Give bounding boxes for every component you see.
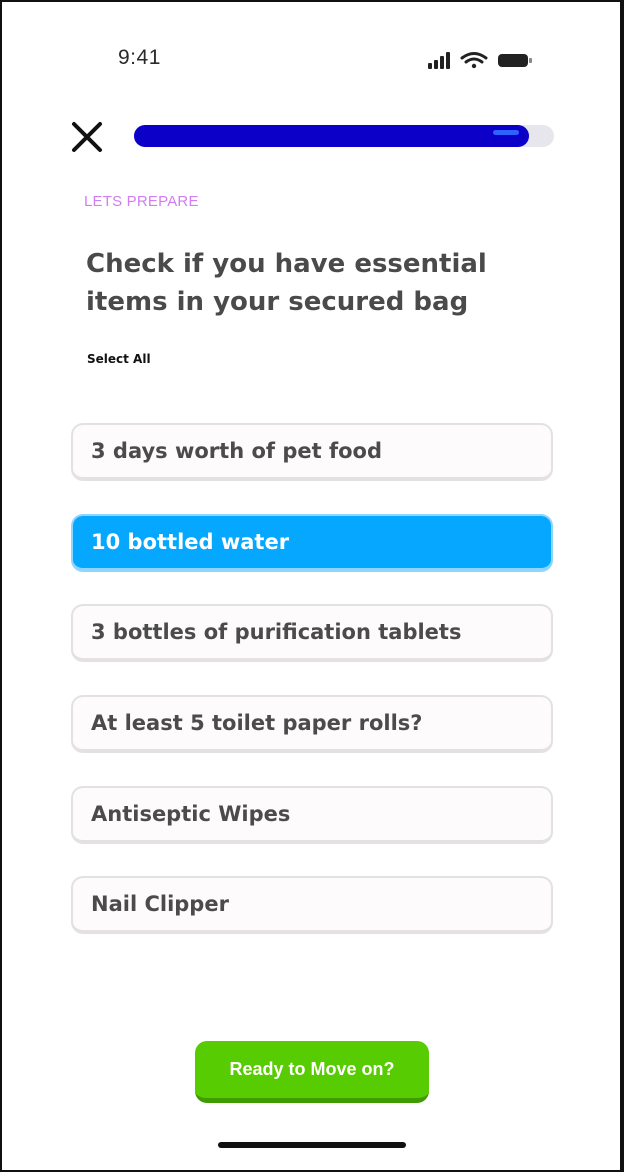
status-icons [428,52,532,69]
cellular-signal-icon [428,52,450,69]
wifi-icon [460,52,488,69]
progress-bar [134,125,554,147]
close-icon[interactable] [68,118,106,156]
battery-icon [498,54,532,67]
section-eyebrow: LETS PREPARE [84,193,199,210]
option-item[interactable]: 3 days worth of pet food [71,423,553,481]
phone-frame: 9:41 LETS PREPARE Check if you have esse… [0,0,624,1172]
status-time: 9:41 [118,46,161,69]
option-item[interactable]: Antiseptic Wipes [71,786,553,844]
option-item[interactable]: 10 bottled water [71,514,553,572]
ready-to-move-on-button[interactable]: Ready to Move on? [195,1041,429,1103]
progress-highlight [492,130,519,135]
option-item[interactable]: Nail Clipper [71,876,553,934]
page-title: Check if you have essential items in you… [86,249,487,317]
home-indicator [218,1142,406,1148]
option-item[interactable]: 3 bottles of purification tablets [71,604,553,662]
select-all-link[interactable]: Select All [87,352,151,366]
option-item[interactable]: At least 5 toilet paper rolls? [71,695,553,753]
progress-bar-fill [134,125,529,147]
